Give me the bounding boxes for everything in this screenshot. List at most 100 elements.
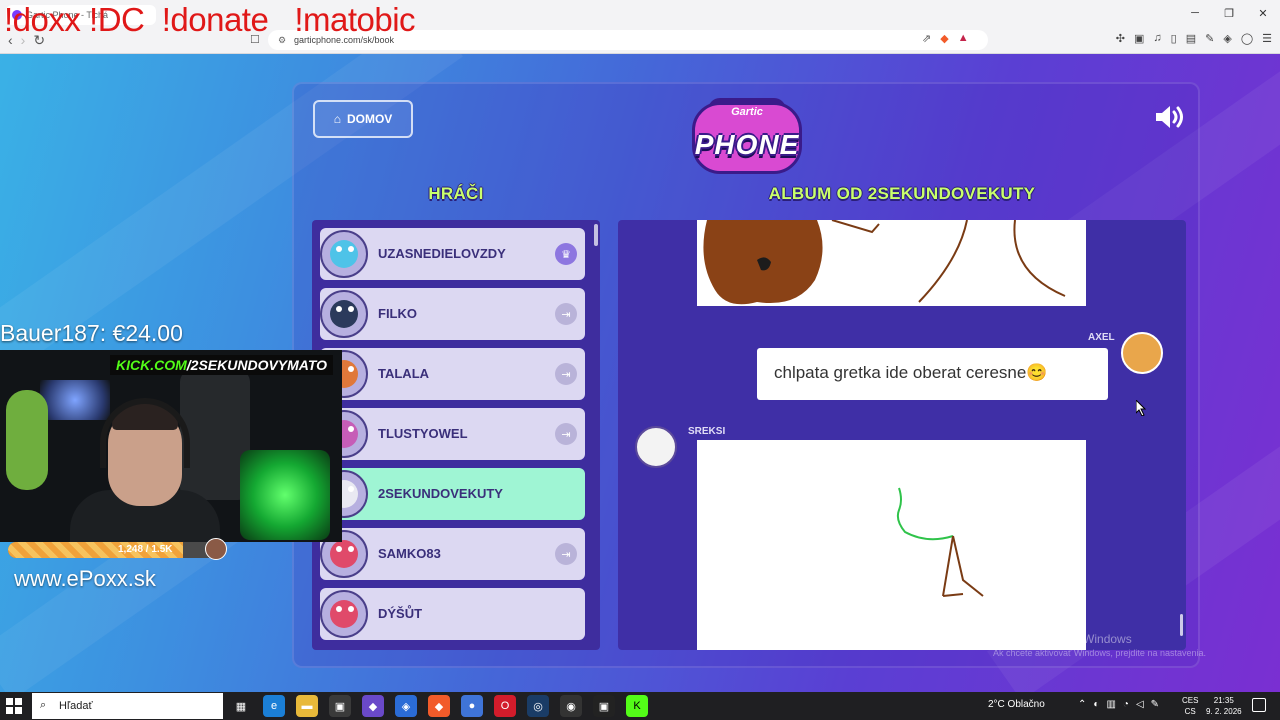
goal-progress-text: 1,248 / 1.5K <box>118 544 173 555</box>
axel-avatar <box>1121 332 1163 374</box>
brave-icon[interactable]: ◆ <box>428 695 450 717</box>
pen-icon[interactable]: ✎ <box>1151 699 1159 710</box>
app-icon[interactable]: ◆ <box>362 695 384 717</box>
edge-icon[interactable]: e <box>263 695 285 717</box>
player-row[interactable]: TLUSTYOWEL ⇥ <box>320 408 585 460</box>
start-button[interactable] <box>6 698 22 714</box>
file-explorer-icon[interactable]: ▬ <box>296 695 318 717</box>
tray-icon[interactable]: ◐ <box>1093 699 1099 710</box>
players-list: UZASNEDIELOVZDY ♛ FILKO ⇥ TALALA ⇥ TLUSTYOWEL ⇥… <box>312 220 600 650</box>
brave-shield-icon[interactable]: ◆ <box>940 32 948 45</box>
windows-activation-title: Aktivujte systém Windows <box>993 632 1132 646</box>
message-author: AXEL <box>1088 332 1115 343</box>
mouse-cursor-icon <box>1136 400 1147 416</box>
player-avatar <box>320 590 368 638</box>
close-button[interactable]: ✕ <box>1246 0 1280 26</box>
window-controls: ─ ❐ ✕ <box>1178 0 1280 26</box>
volume-icon[interactable]: ◁ <box>1136 699 1144 710</box>
clock[interactable]: 21:35 9. 2. 2026 <box>1206 695 1242 717</box>
app-icon[interactable]: ● <box>461 695 483 717</box>
opera-icon[interactable]: O <box>494 695 516 717</box>
player-avatar <box>320 230 368 278</box>
player-name: TALALA <box>378 366 430 381</box>
exit-icon[interactable]: ⇥ <box>555 363 577 385</box>
album-feed: AXEL chlpata gretka ide oberat ceresne😊 … <box>618 220 1186 650</box>
headphones-icon <box>100 398 190 468</box>
lang-bottom: CS <box>1184 707 1196 716</box>
search-placeholder: Hľadať <box>59 700 93 712</box>
logo-main-text: PHONE <box>694 129 800 160</box>
windows-activation-subtitle: Ak chcete aktivovať Windows, prejdite na… <box>993 648 1206 658</box>
player-avatar <box>320 290 368 338</box>
brave-rewards-icon[interactable]: ▲ <box>958 32 969 45</box>
players-heading: HRÁČI <box>428 184 484 203</box>
vpn-icon[interactable]: ◈ <box>1223 32 1231 45</box>
media-icon[interactable]: ♫ <box>1153 32 1161 45</box>
steam-icon[interactable]: ◎ <box>527 695 549 717</box>
taskbar-search[interactable]: Hľadať <box>32 693 223 719</box>
drawing-canvas <box>697 220 1086 306</box>
share-icon[interactable]: ⇗ <box>922 32 931 45</box>
wallet-icon[interactable]: ▤ <box>1186 32 1196 45</box>
sidebar-icon[interactable]: ▯ <box>1171 32 1177 45</box>
stream-commands-overlay: !doxx !DC !donate !matobic <box>4 1 416 38</box>
kick-icon[interactable]: K <box>626 695 648 717</box>
message-bubble: chlpata gretka ide oberat ceresne😊 <box>757 348 1108 400</box>
search-icon: ⌕ <box>40 699 47 711</box>
system-tray: ⌃ ◐ ▥ ◔ ◁ ✎ <box>1078 699 1159 710</box>
kick-prefix: KICK.COM <box>116 357 187 373</box>
gartic-phone-logo: Gartic PHONE <box>684 98 810 178</box>
logo-top-text: Gartic <box>731 106 763 118</box>
extensions-icon[interactable]: ✣ <box>1116 32 1125 45</box>
notification-icon[interactable] <box>1252 698 1266 712</box>
taskbar-apps: ▦ e ▬ ▣ ◆ ◈ ◆ ● O ◎ ◉ ▣ K <box>230 695 648 717</box>
player-name: 2SEKUNDOVEKUTY <box>378 486 503 501</box>
drawing-sketch <box>896 487 984 597</box>
menu-icon[interactable]: ☰ <box>1262 32 1272 45</box>
address-bar-icons: ⇗ ◆ ▲ <box>922 32 969 45</box>
task-view-icon[interactable]: ▦ <box>230 695 252 717</box>
tray-icon[interactable]: ▥ <box>1106 699 1115 710</box>
clock-time: 21:35 <box>1213 696 1234 705</box>
player-row[interactable]: TALALA ⇥ <box>320 348 585 400</box>
language-indicator[interactable]: CES CS <box>1182 695 1198 717</box>
app-icon[interactable]: ▣ <box>593 695 615 717</box>
profile-icon[interactable]: ◯ <box>1241 32 1253 45</box>
home-label: DOMOV <box>346 112 393 126</box>
app-icon[interactable]: ◈ <box>395 695 417 717</box>
home-button[interactable]: ⌂ DOMOV <box>313 100 413 138</box>
tab-icon[interactable]: ▣ <box>1134 32 1144 45</box>
player-name: FILKO <box>378 306 417 321</box>
players-scrollbar[interactable] <box>594 224 598 246</box>
kick-channel: /2SEKUNDOVYMATO <box>186 357 328 373</box>
exit-icon[interactable]: ⇥ <box>555 423 577 445</box>
goal-avatar <box>205 538 227 560</box>
clock-date: 9. 2. 2026 <box>1206 707 1242 716</box>
drawing-sketch <box>703 220 1066 305</box>
store-icon[interactable]: ▣ <box>329 695 351 717</box>
player-row[interactable]: DÝŠŮT <box>320 588 585 640</box>
player-row[interactable]: FILKO ⇥ <box>320 288 585 340</box>
sound-icon[interactable] <box>1152 102 1188 132</box>
website-text: www.ePoxx.sk <box>14 566 156 591</box>
weather-widget[interactable]: 2°C Oblačno <box>988 699 1045 710</box>
home-icon: ⌂ <box>333 112 341 126</box>
leo-icon[interactable]: ✎ <box>1205 32 1214 45</box>
player-name: SAMKO83 <box>378 546 441 561</box>
frog-plush <box>6 390 48 490</box>
player-name: TLUSTYOWEL <box>378 426 468 441</box>
player-row[interactable]: 2SEKUNDOVEKUTY <box>320 468 585 520</box>
exit-icon[interactable]: ⇥ <box>555 543 577 565</box>
exit-icon[interactable]: ⇥ <box>555 303 577 325</box>
player-row[interactable]: SAMKO83 ⇥ <box>320 528 585 580</box>
minimize-button[interactable]: ─ <box>1178 0 1212 26</box>
maximize-button[interactable]: ❐ <box>1212 0 1246 26</box>
network-icon[interactable]: ◔ <box>1123 699 1129 710</box>
taskbar: Hľadať ⌕ ▦ e ▬ ▣ ◆ ◈ ◆ ● O ◎ ◉ ▣ K 2°C O… <box>0 692 1280 720</box>
player-row[interactable]: UZASNEDIELOVZDY ♛ <box>320 228 585 280</box>
album-scrollbar[interactable] <box>1180 614 1183 636</box>
goal-progress-bar: 1,248 / 1.5K <box>8 542 218 558</box>
obs-icon[interactable]: ◉ <box>560 695 582 717</box>
chevron-up-icon[interactable]: ⌃ <box>1078 699 1086 710</box>
toolbar-icons: ✣ ▣ ♫ ▯ ▤ ✎ ◈ ◯ ☰ <box>1116 32 1272 45</box>
